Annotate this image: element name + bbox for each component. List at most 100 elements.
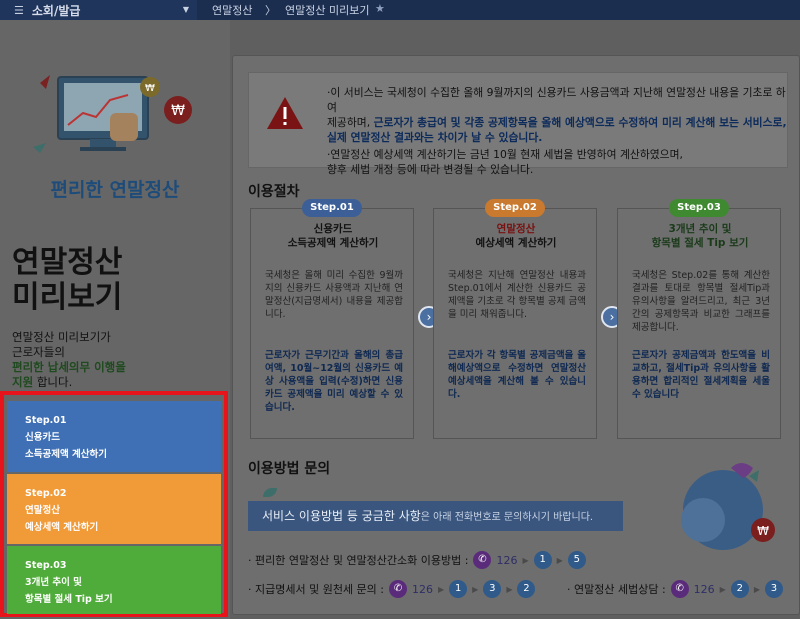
card-2-body: 국세청은 지난해 연말정산 내용과 Step.01에서 계산한 신용카드 공제액… <box>448 270 586 320</box>
arrow-right-icon: ▶ <box>753 584 760 594</box>
chevron-down-icon[interactable]: ▼ <box>183 5 189 14</box>
row-2-number-main: 126 <box>412 582 434 596</box>
inquiry-row-1: · 편리한 연말정산 및 연말정산간소화 이용방법 : ✆ 126 ▶ 1 ▶ … <box>248 551 586 569</box>
step-01-line-1: 신용카드 <box>25 432 60 443</box>
row-1-number-main: 126 <box>496 553 518 567</box>
step-01-button[interactable]: Step.01 신용카드 소득공제액 계산하기 <box>7 401 221 472</box>
arrow-right-icon: ▶ <box>556 555 563 565</box>
arrow-right-icon: ▶ <box>506 584 513 594</box>
desc-line-2: 근로자들의 <box>12 345 65 359</box>
card-1-title-line-1: 신용카드 <box>313 223 353 235</box>
desc-line-4: 지원 합니다. <box>12 375 126 390</box>
notice-box: ·이 서비스는 국세청이 수집한 올해 9월까지의 신용카드 사용금액과 지난해… <box>248 72 788 176</box>
phone-icon: ✆ <box>389 580 408 598</box>
desc-line-4-suffix: 합니다. <box>36 375 73 389</box>
notice-text: ·이 서비스는 국세청이 수집한 올해 9월까지의 신용카드 사용금액과 지난해… <box>327 85 787 177</box>
top-navigation-bar: ☰ 소회/발급 ▼ 연말정산 〉 연말정산 미리보기 ★ <box>0 0 800 20</box>
inquiry-title: 이용방법 문의 <box>248 461 331 477</box>
step-02-line-1: 연말정산 <box>25 505 60 516</box>
notice-line-2a: 제공하며, <box>327 116 374 129</box>
procedure-card-1: Step.01 신용카드 소득공제액 계산하기 국세청은 올해 미리 수집한 9… <box>250 199 415 439</box>
hamburger-icon[interactable]: ☰ <box>14 4 24 17</box>
inquiry-banner-sub: 은 아래 전화번호로 문의하시기 바랍니다. <box>420 512 594 523</box>
breadcrumb-item-2[interactable]: 연말정산 미리보기 <box>285 2 369 18</box>
step-03-label: Step.03 <box>25 560 67 571</box>
inquiry-row-2-label: · 지급명세서 및 원천세 문의 : <box>248 583 385 596</box>
notice-line-2: 제공하며, 근로자가 총급여 및 각종 공제항목을 올해 예상액으로 수정하여 … <box>327 115 787 130</box>
card-2-step-pill: Step.02 <box>485 199 545 217</box>
card-3-title-line-1: 3개년 추이 및 <box>668 223 732 235</box>
breadcrumb-separator: 〉 <box>265 4 276 17</box>
tax-illustration: ₩ ₩ <box>33 75 192 153</box>
procedure-title: 이용절차 <box>248 184 300 200</box>
page-title-line-2: 미리보기 <box>12 280 123 315</box>
svg-text:₩: ₩ <box>757 524 769 538</box>
main-menu-label: 소회/발급 <box>31 3 81 18</box>
card-1-body: 국세청은 올해 미리 수집한 9월까지의 신용카드 사용액과 지난해 연말정산(… <box>265 270 403 320</box>
inquiry-row-2: · 지급명세서 및 원천세 문의 : ✆ 126 ▶ 1 ▶ 3 ▶ 2 <box>248 580 536 598</box>
main-content-panel: ·이 서비스는 국세청이 수집한 올해 9월까지의 신용카드 사용금액과 지난해… <box>232 55 800 615</box>
brand-slogan: 편리한 연말정산 <box>50 179 180 201</box>
notice-line-3: 실제 연말정산 결과와는 차이가 날 수 있습니다. <box>327 131 543 144</box>
row-3-option-2: 3 <box>764 580 783 598</box>
step-02-line-2: 예상세액 계산하기 <box>25 522 99 533</box>
row-1-option-1: 1 <box>533 551 552 569</box>
row-1-option-2: 5 <box>567 551 586 569</box>
notice-line-4: ·연말정산 예상세액 계산하기는 금년 10월 현재 세법을 반영하여 계산하였… <box>327 148 683 161</box>
step-02-button[interactable]: Step.02 연말정산 예상세액 계산하기 <box>7 474 221 544</box>
arrow-right-icon: ▶ <box>522 555 529 565</box>
row-2-option-3: 2 <box>517 580 536 598</box>
step-03-button[interactable]: Step.03 3개년 추이 및 항목별 절세 Tip 보기 <box>7 546 221 614</box>
arrow-right-icon: ▶ <box>719 584 726 594</box>
page-title: 연말정산 미리보기 <box>12 245 122 315</box>
row-3-number-main: 126 <box>693 582 715 596</box>
star-icon[interactable]: ★ <box>375 2 385 15</box>
step-buttons-panel: Step.01 신용카드 소득공제액 계산하기 Step.02 연말정산 예상세… <box>0 391 228 617</box>
desc-emphasis: 편리한 납세의무 이행을 <box>12 360 126 374</box>
card-3-note: 근로자가 공제금액과 한도액을 비교하고, 절세Tip과 유의사항을 활용하면 … <box>632 350 770 400</box>
desc-line-4-em: 지원 <box>12 375 34 389</box>
inquiry-banner-main: 서비스 이용방법 등 궁금한 사항 <box>262 509 421 523</box>
main-menu-dropdown[interactable]: ☰ 소회/발급 ▼ <box>0 0 197 20</box>
intro-description: 연말정산 미리보기가 근로자들의 편리한 납세의무 이행을 지원 합니다. <box>12 330 126 390</box>
step-01-line-2: 소득공제액 계산하기 <box>25 449 107 460</box>
svg-text:₩: ₩ <box>171 103 185 119</box>
card-3-step-pill: Step.03 <box>669 199 729 217</box>
procedure-card-2: Step.02 연말정산 예상세액 계산하기 국세청은 지난해 연말정산 내용과… <box>433 199 598 439</box>
card-1-title-line-2: 소득공제액 계산하기 <box>287 237 379 249</box>
card-1-step-pill: Step.01 <box>302 199 362 217</box>
inquiry-row-3: · 연말정산 세법상담 : ✆ 126 ▶ 2 ▶ 3 <box>567 580 783 598</box>
phone-icon: ✆ <box>473 551 492 569</box>
step-03-line-2: 항목별 절세 Tip 보기 <box>25 594 113 605</box>
svg-text:₩: ₩ <box>145 83 155 94</box>
card-3-body: 국세청은 Step.02를 통해 계산한 결과를 토대로 항목별 절세Tip과 … <box>632 270 770 333</box>
card-2-title: 연말정산 예상세액 계산하기 <box>434 222 598 250</box>
procedure-card-3: Step.03 3개년 추이 및 항목별 절세 Tip 보기 국세청은 Step… <box>617 199 782 439</box>
warning-icon <box>267 97 303 129</box>
page-title-line-1: 연말정산 <box>12 245 123 280</box>
inquiry-row-3-label: · 연말정산 세법상담 : <box>567 583 666 596</box>
breadcrumb-item-1[interactable]: 연말정산 <box>212 2 252 18</box>
notice-line-5: 향후 세법 개정 등에 따라 변경될 수 있습니다. <box>327 163 534 176</box>
card-2-title-line-1: 연말정산 <box>496 223 536 235</box>
card-2-title-line-2: 예상세액 계산하기 <box>475 237 557 249</box>
arrow-right-icon: ▶ <box>472 584 479 594</box>
notice-line-1: ·이 서비스는 국세청이 수집한 올해 9월까지의 신용카드 사용금액과 지난해… <box>327 86 786 114</box>
desc-line-1: 연말정산 미리보기가 <box>12 330 111 344</box>
card-2-note: 근로자가 각 항목별 공제금액을 올해예상액으로 수정하면 연말정산 예상세액을… <box>448 350 586 400</box>
card-3-title: 3개년 추이 및 항목별 절세 Tip 보기 <box>618 222 782 250</box>
card-1-note: 근로자가 근무기간과 올해의 총급여액, 10월~12월의 신용카드 예상 사용… <box>265 350 403 413</box>
row-2-option-1: 1 <box>449 580 468 598</box>
inquiry-banner: 서비스 이용방법 등 궁금한 사항은 아래 전화번호로 문의하시기 바랍니다. <box>248 501 623 531</box>
step-03-line-1: 3개년 추이 및 <box>25 577 82 588</box>
row-2-option-2: 3 <box>483 580 502 598</box>
phone-icon: ✆ <box>670 580 689 598</box>
notice-line-2b: 근로자가 총급여 및 각종 공제항목을 올해 예상액으로 수정하여 미리 계산해… <box>373 116 787 129</box>
inquiry-row-1-label: · 편리한 연말정산 및 연말정산간소화 이용방법 : <box>248 554 469 567</box>
card-1-title: 신용카드 소득공제액 계산하기 <box>251 222 415 250</box>
arrow-right-icon: ▶ <box>438 584 445 594</box>
row-3-option-1: 2 <box>730 580 749 598</box>
call-center-illustration: ₩ <box>681 463 775 550</box>
leaf-decoration <box>263 488 277 497</box>
step-01-label: Step.01 <box>25 415 67 426</box>
